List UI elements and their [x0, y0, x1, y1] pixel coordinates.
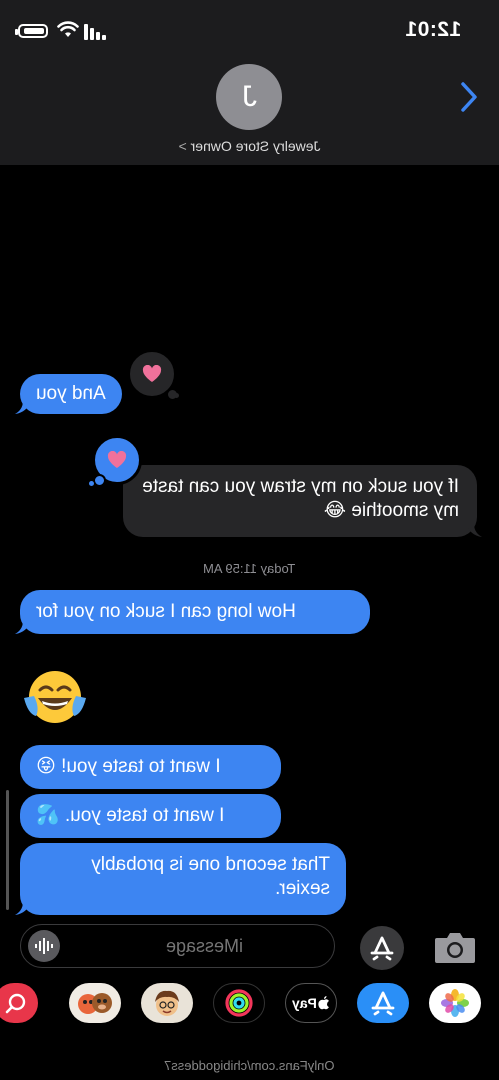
app-store-button[interactable]: [360, 926, 404, 970]
status-time: 12:01: [404, 18, 461, 41]
message-timestamp: Today 11:59 AM: [203, 561, 296, 576]
camera-icon[interactable]: [433, 928, 477, 966]
back-chevron-icon[interactable]: [461, 82, 477, 112]
bubble-tail: [466, 523, 482, 537]
message-text: I want to taste you! 😝: [36, 756, 221, 777]
avatar-letter: J: [241, 80, 257, 113]
scroll-indicator[interactable]: [6, 790, 9, 910]
photos-app-icon[interactable]: [429, 983, 481, 1023]
message-bubble-sent[interactable]: I want to taste you! 😝: [20, 745, 281, 789]
apple-pay-label: Pay: [291, 995, 317, 1011]
tapback-heart-icon[interactable]: [127, 349, 179, 401]
message-text: That second one is probably sexier.: [91, 854, 330, 899]
message-text: If you suck on my straw you can taste my…: [142, 476, 459, 521]
activity-app-icon[interactable]: [213, 983, 265, 1023]
watermark: OnlyFans.com/chibigoddess7: [164, 1058, 335, 1073]
message-bubble-sent[interactable]: And you: [15, 374, 122, 414]
message-input-field[interactable]: [20, 924, 335, 968]
conversation-header: J Jewelry Store Owner >: [0, 60, 499, 165]
compose-bar: [0, 920, 499, 974]
message-bubble-sent[interactable]: That second one is probably sexier.: [15, 843, 346, 915]
apple-pay-app-icon[interactable]: Pay: [285, 983, 337, 1023]
animoji-app-icon[interactable]: [69, 983, 121, 1023]
app-store-app-icon[interactable]: [357, 983, 409, 1023]
search-app-icon[interactable]: [0, 983, 38, 1023]
wifi-icon: [57, 21, 79, 37]
message-bubble-received[interactable]: If you suck on my straw you can taste my…: [123, 465, 482, 537]
contact-name-label: Jewelry Store Owner: [190, 138, 321, 154]
message-text: And you: [36, 383, 106, 404]
apple-logo-icon: [318, 996, 330, 1010]
tapback-heart-icon[interactable]: [89, 435, 142, 487]
message-text: How long can I suck on you for: [36, 601, 296, 622]
bubble-tail: [15, 400, 31, 414]
app-drawer: Pay: [0, 975, 499, 1035]
message-bubble-sent[interactable]: I want to taste you. 💦: [20, 794, 281, 838]
audio-waveform-icon[interactable]: [28, 930, 60, 962]
message-bubble-sent[interactable]: How long can I suck on you for: [15, 590, 370, 634]
bubble-tail: [15, 620, 31, 634]
signal-icon: [84, 24, 110, 40]
battery-icon: [15, 24, 48, 38]
contact-chevron-icon: >: [178, 138, 187, 154]
contact-avatar[interactable]: J: [216, 64, 282, 130]
status-bar: 12:01: [0, 0, 499, 60]
message-input[interactable]: [164, 935, 318, 958]
app-store-a-icon: [370, 936, 394, 961]
message-text: I want to taste you. 💦: [36, 805, 225, 826]
bubble-tail: [15, 901, 31, 915]
memoji-app-icon[interactable]: [141, 983, 193, 1023]
tears-of-joy-emoji-icon[interactable]: [22, 668, 88, 726]
contact-name[interactable]: Jewelry Store Owner >: [0, 138, 499, 154]
